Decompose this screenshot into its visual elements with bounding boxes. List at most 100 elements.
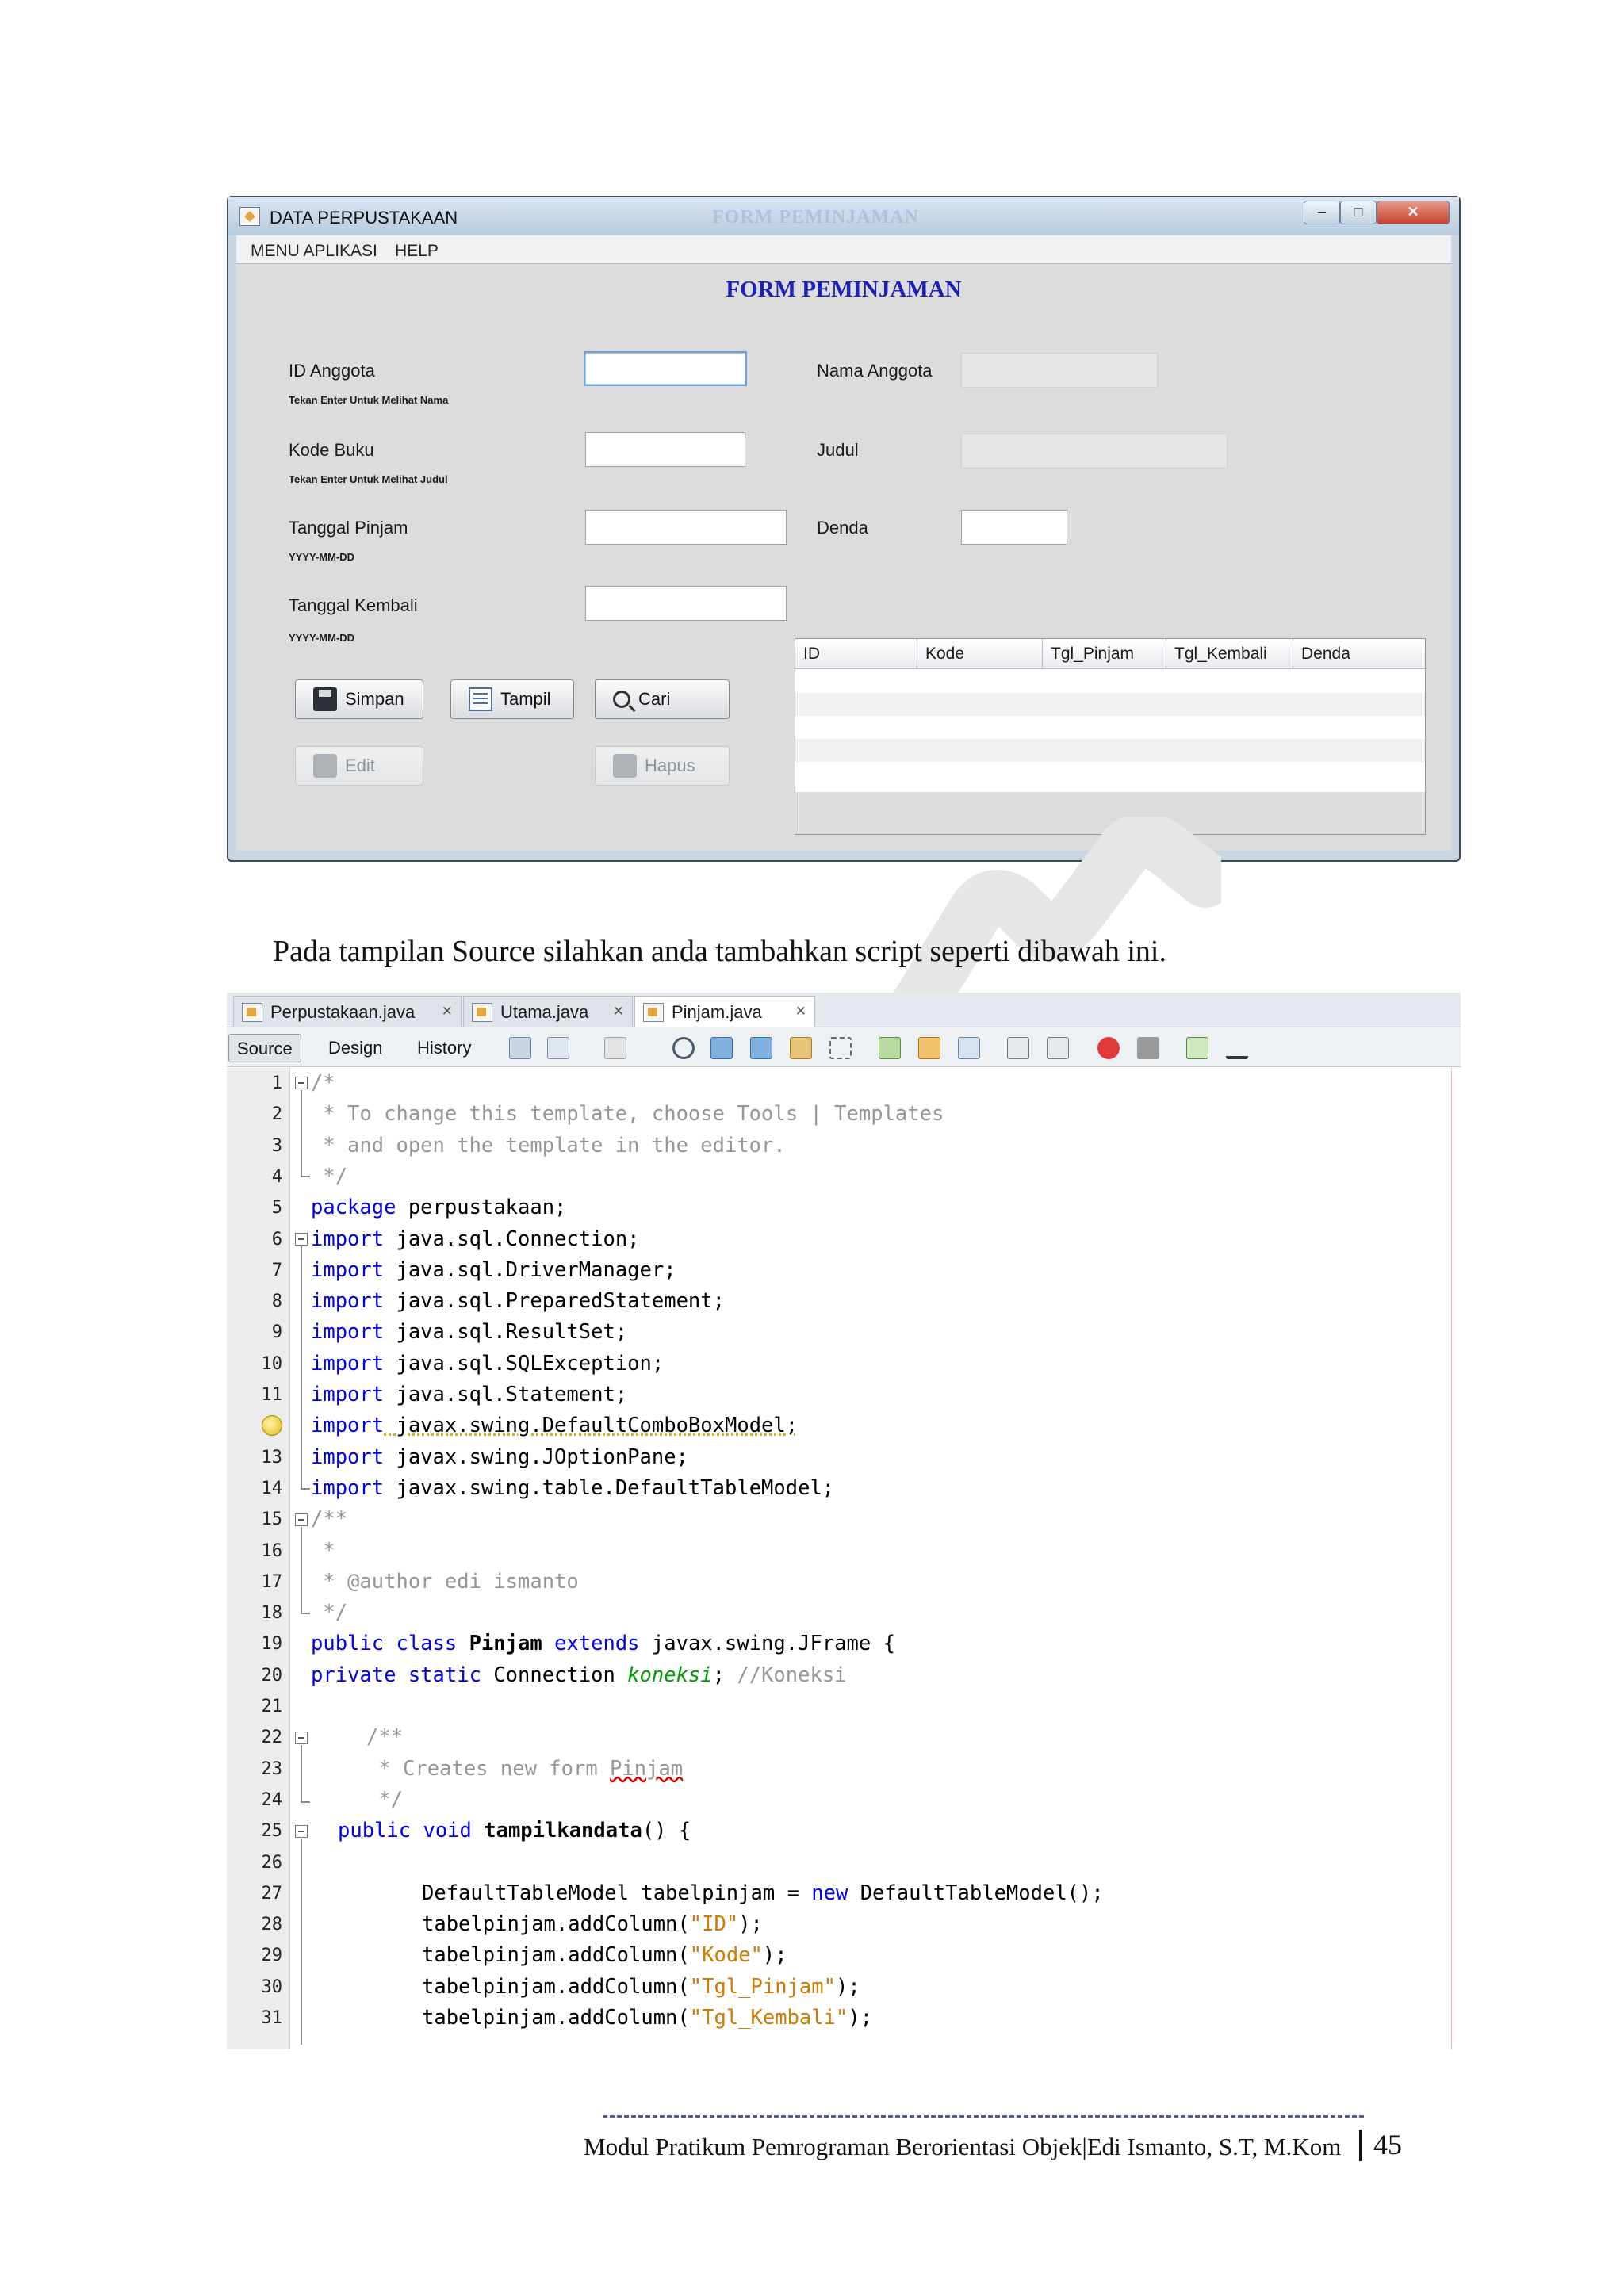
page-number: 45 — [1373, 2129, 1402, 2160]
find-next-icon[interactable] — [750, 1037, 772, 1059]
check-icon[interactable] — [1186, 1037, 1208, 1059]
close-tab-icon[interactable]: ✕ — [613, 1004, 624, 1020]
close-tab-icon[interactable]: ✕ — [442, 1004, 453, 1020]
rectangular-selection-icon[interactable] — [829, 1037, 852, 1059]
peminjaman-table[interactable]: ID Kode Tgl_Pinjam Tgl_Kembali Denda — [795, 638, 1426, 835]
code-line: import java.sql.ResultSet; — [311, 1317, 627, 1348]
fold-line — [301, 1839, 302, 2045]
line-number: 15 — [261, 1510, 283, 1530]
code-text: DefaultTableModel tabelpinjam = — [422, 1881, 812, 1905]
code-line: import javax.swing.DefaultComboBoxModel; — [311, 1410, 798, 1441]
denda-field[interactable] — [961, 510, 1067, 545]
instruction-paragraph: Pada tampilan Source silahkan anda tamba… — [273, 935, 1166, 968]
shift-left-icon[interactable] — [1007, 1037, 1029, 1059]
code-keyword: import — [311, 1414, 385, 1438]
fold-toggle-icon[interactable] — [295, 1077, 308, 1089]
line-number: 23 — [261, 1758, 283, 1779]
simpan-button[interactable]: Simpan — [295, 679, 423, 719]
table-row[interactable] — [795, 693, 1425, 716]
stop-macro-icon[interactable] — [1137, 1037, 1159, 1059]
code-text: perpustakaan; — [396, 1196, 567, 1220]
code-text: java.sql.Statement; — [384, 1383, 628, 1406]
line-number: 13 — [261, 1447, 283, 1468]
tab-history[interactable]: History — [409, 1034, 479, 1062]
edit-button[interactable]: Edit — [295, 746, 423, 786]
tampil-button[interactable]: Tampil — [450, 679, 574, 719]
fold-toggle-icon[interactable] — [295, 1732, 308, 1744]
start-macro-icon[interactable] — [1097, 1037, 1120, 1059]
code-keyword: import — [311, 1289, 385, 1314]
tanggal-kembali-field[interactable] — [585, 586, 787, 621]
code-keyword: new — [811, 1881, 848, 1905]
code-text: Connection — [481, 1663, 628, 1687]
fold-toggle-icon[interactable] — [295, 1825, 308, 1838]
forward-icon[interactable] — [547, 1037, 569, 1059]
code-text: javax.swing.JOptionPane; — [384, 1445, 688, 1469]
table-row[interactable] — [795, 739, 1425, 762]
maximize-button[interactable]: □ — [1340, 201, 1377, 224]
code-line: public void tampilkandata() { — [338, 1816, 691, 1846]
code-text: tabelpinjam.addColumn( — [422, 1943, 690, 1968]
column-header-denda[interactable]: Denda — [1293, 639, 1425, 668]
last-edit-icon[interactable] — [604, 1037, 626, 1059]
toggle-bookmark-icon[interactable] — [958, 1037, 980, 1059]
cari-button[interactable]: Cari — [595, 679, 730, 719]
code-line: import javax.swing.JOptionPane; — [311, 1442, 688, 1473]
code-keyword: public void — [338, 1819, 472, 1843]
code-line: * Creates new form Pinjam — [366, 1754, 683, 1785]
toggle-highlight-icon[interactable] — [790, 1037, 812, 1059]
cari-label: Cari — [638, 689, 671, 709]
menu-help[interactable]: HELP — [395, 242, 439, 261]
code-line: private static Connection koneksi; //Kon… — [311, 1660, 847, 1691]
nama-anggota-field — [961, 353, 1158, 388]
column-header-id[interactable]: ID — [795, 639, 917, 668]
code-text: ); — [738, 1912, 763, 1937]
code-area[interactable]: /* * To change this template, choose Too… — [311, 1068, 1461, 2049]
line-number: 27 — [261, 1883, 283, 1904]
fold-toggle-icon[interactable] — [295, 1513, 308, 1526]
line-number: 3 — [271, 1135, 282, 1156]
minimize-button[interactable]: – — [1304, 201, 1340, 224]
table-row[interactable] — [795, 670, 1425, 693]
shift-right-icon[interactable] — [1047, 1037, 1069, 1059]
column-header-tgl-pinjam[interactable]: Tgl_Pinjam — [1043, 639, 1166, 668]
back-icon[interactable] — [509, 1037, 531, 1059]
tanggal-pinjam-field[interactable] — [585, 510, 787, 545]
code-keyword: import — [311, 1351, 385, 1376]
code-string: "ID" — [689, 1912, 739, 1937]
id-anggota-field[interactable] — [584, 351, 747, 386]
code-line: tabelpinjam.addColumn("Tgl_Pinjam"); — [422, 1972, 860, 2003]
hapus-button[interactable]: Hapus — [595, 746, 730, 786]
column-header-tgl-kembali[interactable]: Tgl_Kembali — [1166, 639, 1293, 668]
line-icon[interactable] — [1226, 1037, 1248, 1059]
find-icon[interactable] — [672, 1037, 695, 1059]
list-icon — [469, 687, 492, 711]
previous-bookmark-icon[interactable] — [879, 1037, 901, 1059]
tab-utama[interactable]: Utama.java ✕ — [463, 996, 633, 1027]
table-row[interactable] — [795, 716, 1425, 739]
lightbulb-hint-icon[interactable] — [262, 1415, 282, 1436]
id-anggota-label: ID Anggota — [289, 361, 375, 381]
fold-toggle-icon[interactable] — [295, 1233, 308, 1246]
kode-buku-field[interactable] — [585, 432, 745, 467]
close-tab-icon[interactable]: ✕ — [795, 1004, 806, 1020]
next-bookmark-icon[interactable] — [918, 1037, 940, 1059]
ide-editor: Perpustakaan.java ✕ Utama.java ✕ Pinjam.… — [227, 993, 1461, 2049]
tab-design[interactable]: Design — [320, 1034, 390, 1062]
kode-buku-label: Kode Buku — [289, 440, 374, 460]
code-string: "Tgl_Pinjam" — [689, 1974, 836, 1999]
tab-perpustakaan[interactable]: Perpustakaan.java ✕ — [233, 996, 462, 1027]
code-comment: Pinjam — [610, 1756, 684, 1781]
code-keyword: import — [311, 1257, 385, 1282]
menu-aplikasi[interactable]: MENU APLIKASI — [251, 242, 377, 261]
line-number: 30 — [261, 1976, 283, 1997]
line-number: 26 — [261, 1852, 283, 1873]
table-row[interactable] — [795, 762, 1425, 785]
close-button[interactable]: ✕ — [1377, 201, 1450, 224]
column-header-kode[interactable]: Kode — [917, 639, 1043, 668]
line-number: 9 — [271, 1322, 282, 1343]
find-previous-icon[interactable] — [710, 1037, 733, 1059]
tab-source[interactable]: Source — [228, 1034, 301, 1062]
tab-pinjam[interactable]: Pinjam.java ✕ — [634, 996, 815, 1028]
tab-label: Utama.java — [500, 1002, 589, 1022]
